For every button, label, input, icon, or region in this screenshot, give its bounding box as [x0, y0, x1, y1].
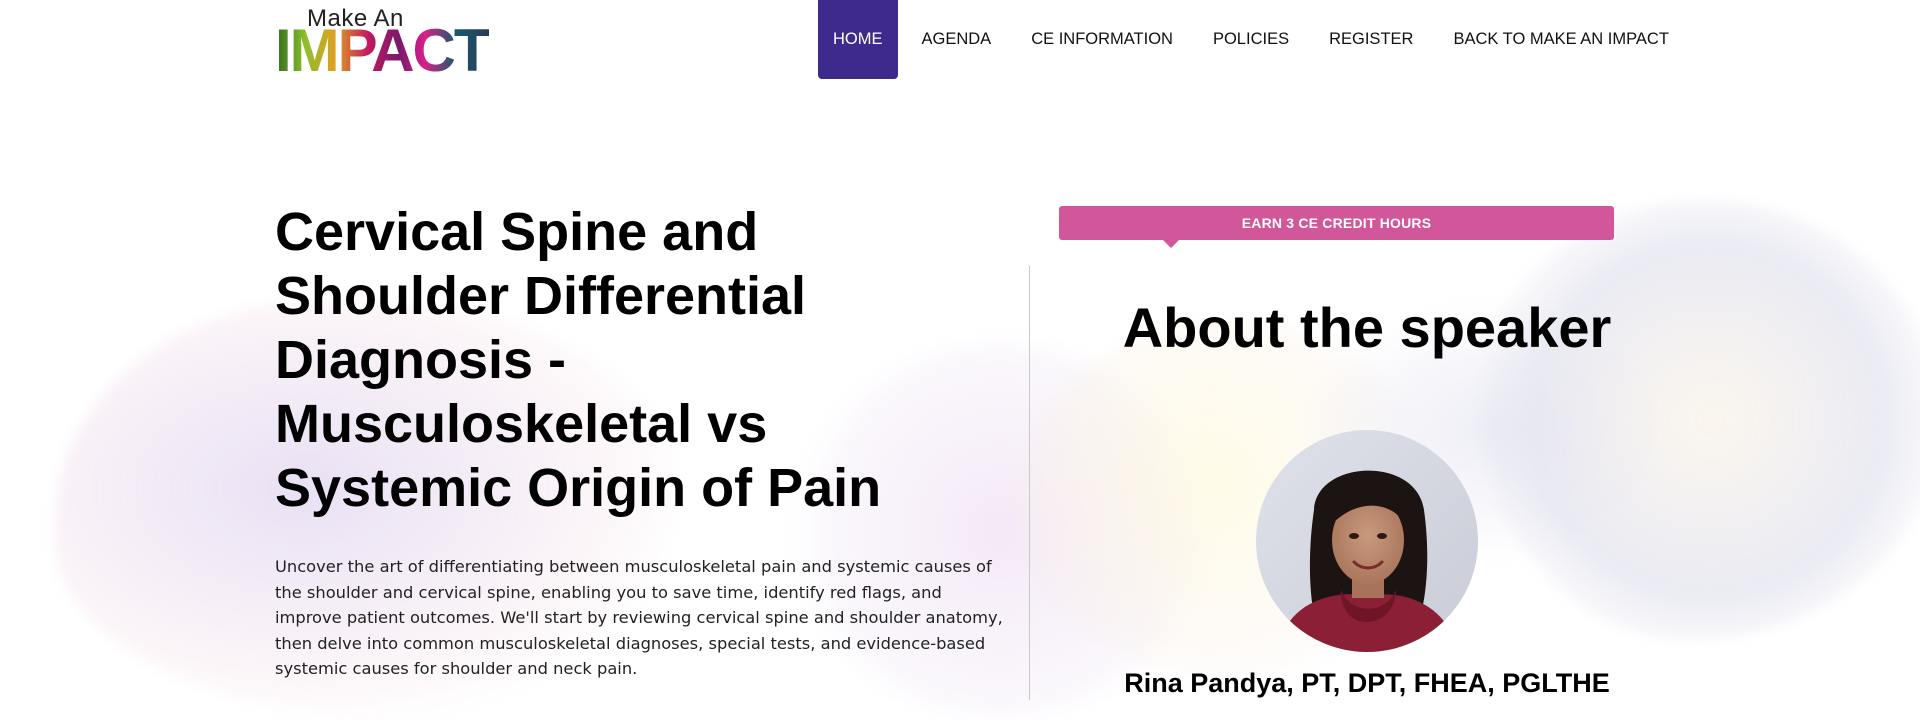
nav-policies[interactable]: POLICIES [1197, 0, 1305, 79]
background-blob [1480, 200, 1920, 640]
speaker-name: Rina Pandya, PT, DPT, FHEA, PGLTHE [1124, 668, 1610, 698]
course-description: Uncover the art of differentiating betwe… [275, 557, 1003, 678]
nav-home[interactable]: HOME [818, 0, 898, 79]
speaker-photo [1256, 430, 1478, 652]
nav-ce-information[interactable]: CE INFORMATION [1015, 0, 1189, 79]
nav-register[interactable]: REGISTER [1313, 0, 1429, 79]
nav-agenda[interactable]: AGENDA [906, 0, 1008, 79]
make-an-impact-logo[interactable]: Make An IMPACT [275, 5, 550, 84]
ce-credit-badge: EARN 3 CE CREDIT HOURS [1059, 206, 1614, 248]
main-nav: HOME AGENDA CE INFORMATION POLICIES REGI… [818, 0, 1693, 79]
course-title: Cervical Spine and Shoulder Differential… [275, 202, 882, 518]
speaker-avatar [1256, 430, 1478, 652]
nav-back-to-make-an-impact[interactable]: BACK TO MAKE AN IMPACT [1437, 0, 1684, 79]
speaker-heading: About the speaker [1122, 296, 1612, 359]
logo-big-text: IMPACT [275, 17, 491, 84]
column-divider [1029, 266, 1030, 700]
